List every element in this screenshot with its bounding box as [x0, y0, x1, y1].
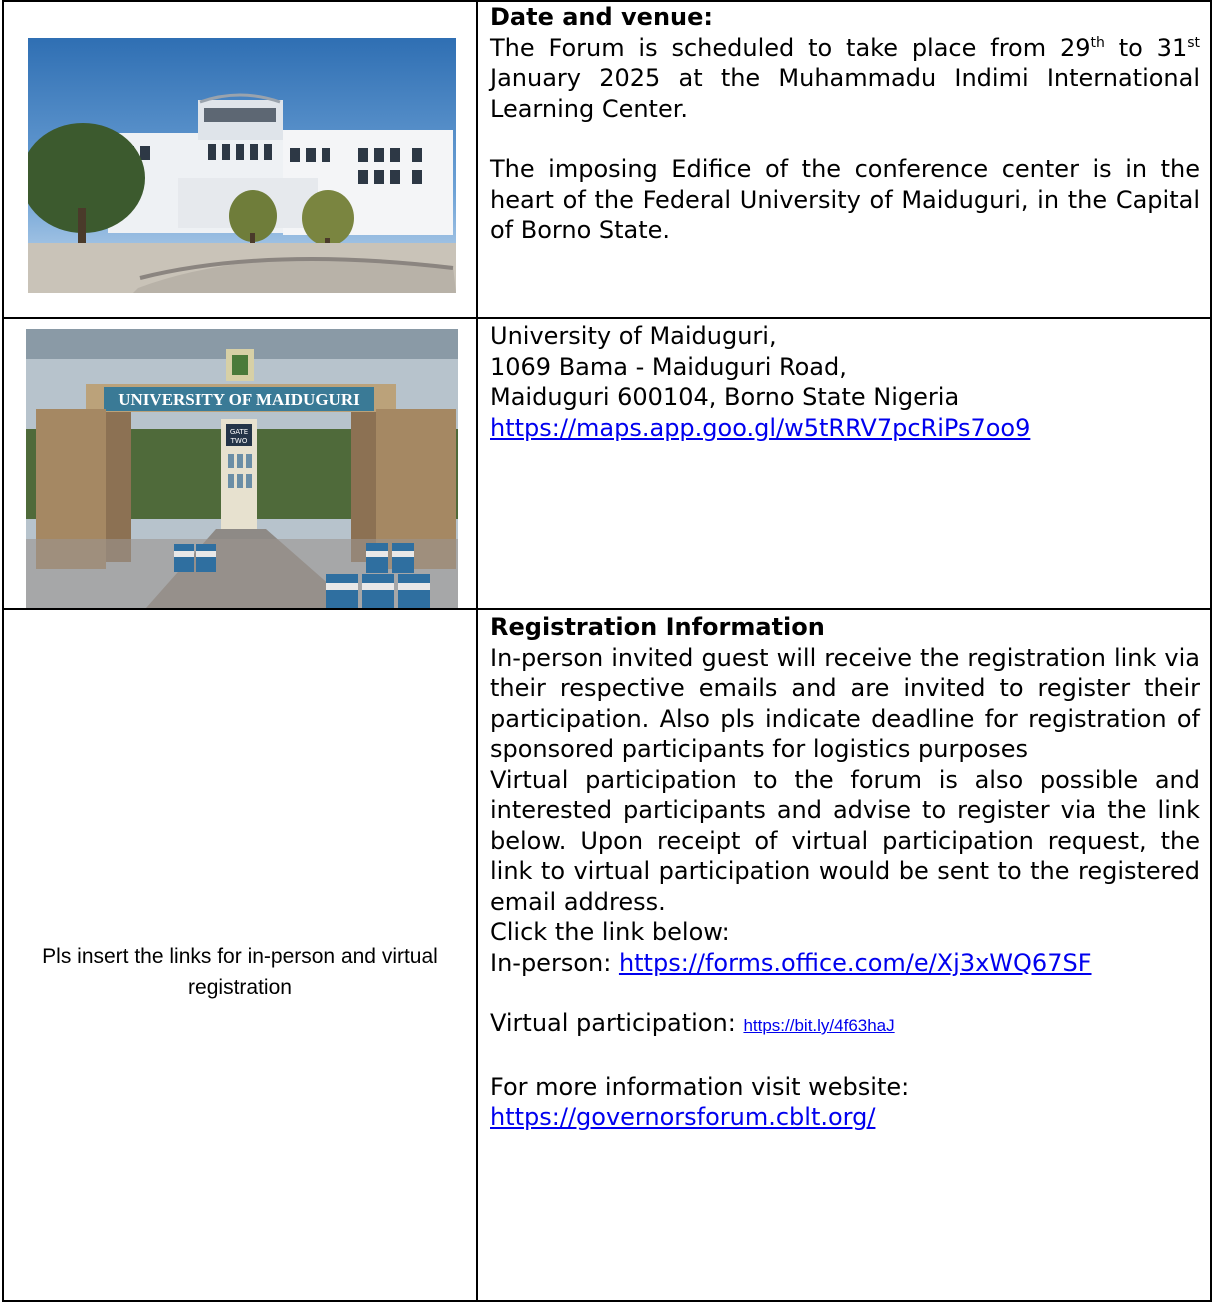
website-link[interactable]: https://governorsforum.cblt.org/ [490, 1103, 875, 1131]
ordinal-suffix: th [1090, 34, 1105, 51]
virtual-link[interactable]: https://bit.ly/4f63haJ [743, 1016, 894, 1035]
registration-text-cell: Registration Information In-person invit… [476, 608, 1212, 1302]
address-line: 1069 Bama - Maiduguri Road, [490, 352, 847, 381]
registration-row: Pls insert the links for in-person and v… [2, 608, 1212, 1302]
venue-dates-paragraph: The Forum is scheduled to take place fro… [490, 33, 1200, 125]
venue-row: Date and venue: The Forum is scheduled t… [2, 0, 1212, 319]
inperson-line: In-person: https://forms.office.com/e/Xj… [490, 948, 1200, 979]
date-text-part: The Forum is scheduled to take place fro… [490, 33, 1091, 62]
website-label: For more information visit website: [490, 1072, 910, 1101]
virtual-label: Virtual participation: [490, 1009, 744, 1037]
registration-heading: Registration Information [490, 613, 825, 641]
date-text-part: to 31 [1104, 33, 1188, 62]
map-link[interactable]: https://maps.app.goo.gl/w5tRRV7pcRiPs7oo… [490, 414, 1030, 442]
registration-note-text: Pls insert the links for in-person and v… [42, 945, 438, 999]
venue-description-paragraph: The imposing Edifice of the conference c… [490, 155, 1200, 244]
registration-note-cell: Pls insert the links for in-person and v… [2, 608, 478, 1302]
venue-text-cell: Date and venue: The Forum is scheduled t… [476, 0, 1212, 319]
address-row: UNIVERSITY OF MAIDUGURI GATE TWO Univers… [2, 317, 1212, 610]
inperson-link[interactable]: https://forms.office.com/e/Xj3xWQ67SF [619, 949, 1092, 977]
virtual-line: Virtual participation: https://bit.ly/4f… [490, 1008, 1200, 1042]
registration-paragraph: Virtual participation to the forum is al… [490, 765, 1200, 916]
gate-label-text: GATE [230, 428, 248, 436]
registration-paragraph: In-person invited guest will receive the… [490, 643, 1200, 764]
university-gate-photo: UNIVERSITY OF MAIDUGURI GATE TWO [26, 329, 458, 608]
venue-heading: Date and venue: [490, 3, 714, 31]
ordinal-suffix: st [1187, 34, 1201, 51]
address-line: Maiduguri 600104, Borno State Nigeria [490, 383, 960, 411]
info-table: Date and venue: The Forum is scheduled t… [2, 0, 1212, 1302]
gate-photo-cell: UNIVERSITY OF MAIDUGURI GATE TWO [2, 317, 478, 610]
conference-center-photo [28, 38, 456, 293]
gate-sign-text: UNIVERSITY OF MAIDUGURI [118, 390, 360, 409]
inperson-label: In-person: [490, 948, 619, 977]
venue-photo-cell [2, 0, 478, 319]
address-line: University of Maiduguri, [490, 322, 777, 350]
click-instruction: Click the link below: [490, 918, 730, 946]
date-text-part: January 2025 at the Muhammadu Indimi Int… [490, 64, 1200, 123]
gate-label-text: TWO [230, 437, 248, 445]
address-text-cell: University of Maiduguri, 1069 Bama - Mai… [476, 317, 1212, 610]
